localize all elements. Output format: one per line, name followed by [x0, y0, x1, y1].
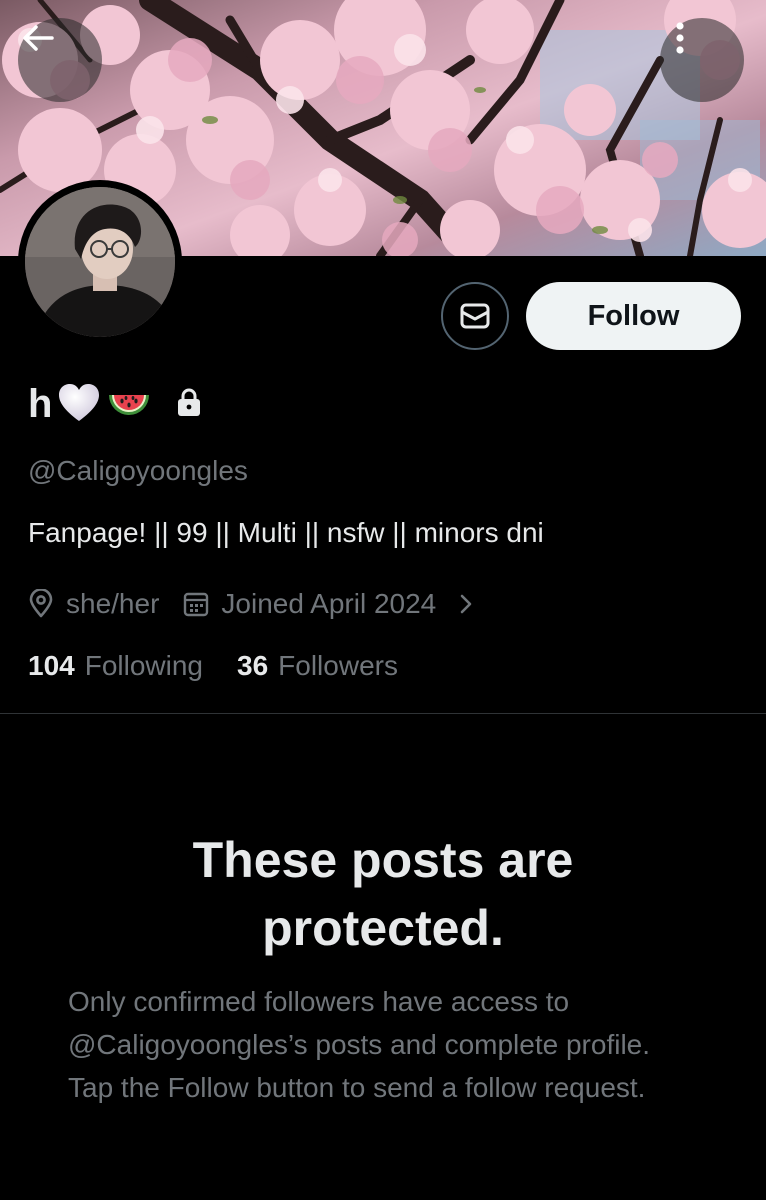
joined-text: Joined April 2024	[221, 588, 437, 619]
followers-link[interactable]: 36 Followers	[237, 650, 398, 682]
following-count: 104	[28, 650, 75, 681]
chevron-right-icon[interactable]	[456, 591, 476, 617]
joined-item: Joined April 2024	[183, 588, 436, 620]
followers-count: 36	[237, 650, 269, 681]
protected-title: These posts are protected.	[192, 832, 574, 956]
message-button[interactable]	[441, 282, 509, 350]
arrow-left-icon	[23, 25, 54, 51]
lock-icon	[174, 386, 204, 423]
section-divider	[0, 713, 766, 714]
location-text: she/her	[66, 588, 160, 619]
more-vertical-icon	[676, 22, 684, 54]
follow-stats: 104 Following 36 Followers	[28, 650, 432, 682]
profile-screen: Follow h @Caligoyoongles Fanpage! || 99 …	[0, 0, 766, 1200]
calendar-icon	[183, 590, 209, 618]
more-options-button[interactable]	[660, 18, 744, 102]
following-label: Following	[84, 650, 203, 681]
following-link[interactable]: 104 Following	[28, 650, 203, 682]
location-pin-icon	[28, 589, 54, 619]
white-heart-emoji	[56, 381, 102, 427]
profile-bio: Fanpage! || 99 || Multi || nsfw || minor…	[28, 517, 544, 548]
location-item: she/her	[28, 588, 159, 620]
profile-handle: @Caligoyoongles	[28, 455, 248, 486]
back-button[interactable]	[18, 18, 102, 102]
display-name-row: h	[28, 376, 204, 432]
profile-meta: she/her Joined April 2024	[28, 584, 476, 624]
avatar[interactable]	[18, 180, 182, 344]
display-name: h	[28, 381, 53, 426]
follow-button[interactable]: Follow	[526, 282, 741, 350]
watermelon-emoji	[106, 381, 152, 427]
protected-body: Only confirmed followers have access to …	[68, 986, 651, 1103]
avatar-image	[25, 187, 175, 337]
followers-label: Followers	[278, 650, 398, 681]
mail-icon	[460, 303, 490, 329]
